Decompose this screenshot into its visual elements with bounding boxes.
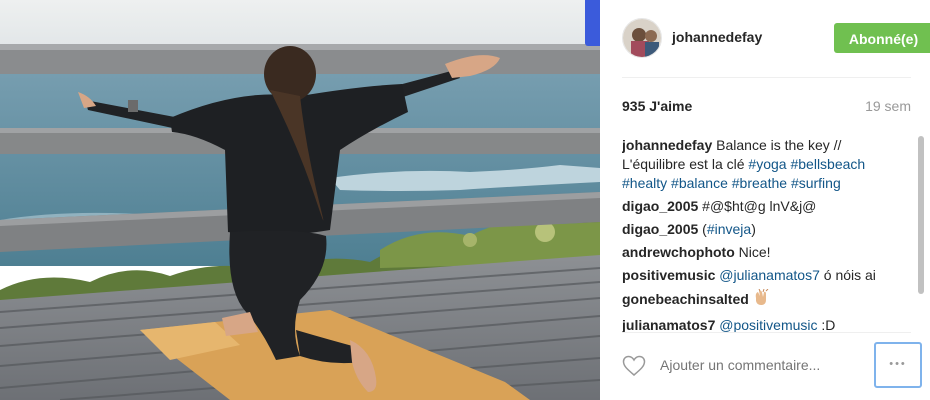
comment-author[interactable]: gonebeachinsalted — [622, 291, 749, 307]
ellipsis-icon: ••• — [889, 358, 907, 370]
comment-item: digao_2005 (#inveja) — [622, 220, 894, 239]
comment-author[interactable]: positivemusic — [622, 267, 715, 283]
comment-author[interactable]: digao_2005 — [622, 221, 698, 237]
hashtag-link[interactable]: #healty — [622, 175, 667, 191]
comment-text-close: ) — [751, 221, 756, 237]
comments-list[interactable]: johannedefay Balance is the key // L'équ… — [622, 136, 894, 332]
comment-author[interactable]: digao_2005 — [622, 198, 698, 214]
hashtag-link[interactable]: #breathe — [732, 175, 787, 191]
mention-link[interactable]: @positivemusic — [719, 317, 817, 332]
hashtag-link[interactable]: #bellsbeach — [790, 156, 865, 172]
comments-scrollbar[interactable] — [918, 136, 925, 332]
avatar-photo — [623, 19, 661, 57]
hashtag-link[interactable]: #inveja — [707, 221, 751, 237]
scrollbar-thumb[interactable] — [918, 136, 924, 294]
comment-item: digao_2005 #@$ht@g lnV&j@ — [622, 197, 894, 216]
comment-item: gonebeachinsalted — [622, 288, 894, 312]
avatar[interactable] — [622, 18, 662, 58]
hashtag-link[interactable]: #balance — [671, 175, 728, 191]
post-age[interactable]: 19 sem — [865, 98, 911, 114]
divider — [622, 332, 911, 333]
comment-text: :D — [817, 317, 836, 332]
caption: johannedefay Balance is the key // L'équ… — [622, 136, 894, 193]
follow-button[interactable]: Abonné(e) — [834, 23, 930, 53]
post-details-panel: johannedefay Abonné(e) 935 J'aime 19 sem… — [600, 0, 930, 400]
comment-author[interactable]: julianamatos7 — [622, 317, 715, 332]
hashtag-link[interactable]: #surfing — [791, 175, 841, 191]
clapping-hands-icon — [753, 288, 771, 312]
heart-outline-icon[interactable] — [622, 355, 646, 377]
comment-input[interactable] — [658, 356, 862, 374]
hashtag-link[interactable]: #yoga — [748, 156, 786, 172]
comment-text: Nice! — [738, 244, 771, 260]
post-image[interactable] — [0, 0, 600, 400]
post-header: johannedefay Abonné(e) — [622, 18, 930, 60]
add-comment-row: ••• — [622, 342, 922, 388]
mention-link[interactable]: @julianamatos7 — [719, 267, 820, 283]
likes-count[interactable]: 935 J'aime — [622, 98, 692, 114]
comment-text: ó nóis ai — [819, 267, 876, 283]
comment-author[interactable]: johannedefay — [622, 137, 712, 153]
divider — [622, 77, 911, 78]
comment-text: #@$ht@g lnV&j@ — [702, 198, 817, 214]
window-edge — [585, 0, 600, 46]
comment-item: positivemusic @julianamatos7 ó nóis ai — [622, 266, 894, 285]
username-link[interactable]: johannedefay — [672, 29, 762, 45]
comment-item: julianamatos7 @positivemusic :D — [622, 316, 894, 332]
more-options-button[interactable]: ••• — [874, 342, 922, 388]
comment-author[interactable]: andrewchophoto — [622, 244, 735, 260]
comment-item: andrewchophoto Nice! — [622, 243, 894, 262]
